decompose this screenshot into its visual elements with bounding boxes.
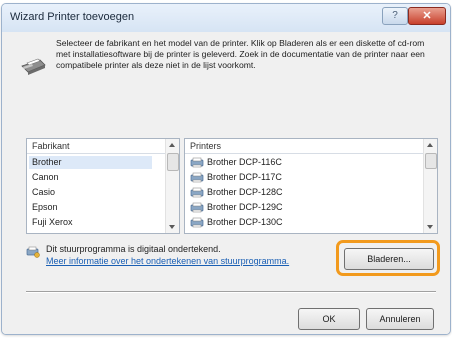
printer-item[interactable]: Brother DCP-117C bbox=[190, 171, 282, 184]
printer-item-label: Brother DCP-117C bbox=[207, 172, 282, 182]
driver-signing-info-link[interactable]: Meer informatie over het ondertekenen va… bbox=[46, 256, 289, 266]
title-bar: Wizard Printer toevoegen ? ✕ bbox=[2, 4, 450, 32]
printer-small-icon bbox=[190, 202, 204, 213]
printer-item-label: Brother DCP-128C bbox=[207, 187, 283, 197]
signed-driver-icon bbox=[26, 246, 40, 258]
printer-item-label: Brother DCP-129C bbox=[207, 202, 283, 212]
scroll-thumb[interactable] bbox=[167, 153, 179, 171]
add-printer-dialog: Wizard Printer toevoegen ? ✕ Selecteer d… bbox=[1, 3, 451, 335]
close-button[interactable]: ✕ bbox=[408, 7, 446, 25]
scroll-thumb[interactable] bbox=[425, 153, 437, 169]
signature-status-text: Dit stuurprogramma is digitaal onderteke… bbox=[46, 244, 221, 254]
printer-small-icon bbox=[190, 217, 204, 228]
manufacturer-scrollbar[interactable] bbox=[165, 139, 179, 233]
printer-small-icon bbox=[190, 187, 204, 198]
printer-item-label: Brother DCP-116C bbox=[207, 157, 282, 167]
printer-scrollbar[interactable] bbox=[423, 139, 437, 233]
scroll-down-arrow-icon[interactable] bbox=[427, 225, 433, 229]
printer-item[interactable]: Brother DCP-129C bbox=[190, 201, 283, 214]
instruction-text: Selecteer de fabrikant en het model van … bbox=[56, 38, 425, 70]
browse-button[interactable]: Bladeren... bbox=[344, 248, 434, 270]
printer-item[interactable]: Brother DCP-116C bbox=[190, 156, 282, 169]
scroll-up-arrow-icon[interactable] bbox=[169, 143, 175, 147]
manufacturer-item[interactable]: Casio bbox=[32, 186, 55, 199]
manufacturer-column-header: Fabrikant bbox=[27, 139, 165, 154]
help-button[interactable]: ? bbox=[382, 7, 408, 25]
printer-item-label: Brother DCP-130C bbox=[207, 217, 283, 227]
cancel-button[interactable]: Annuleren bbox=[366, 308, 434, 330]
printer-small-icon bbox=[190, 157, 204, 168]
printer-icon bbox=[21, 58, 46, 75]
printer-column-header: Printers bbox=[185, 139, 423, 154]
manufacturer-item[interactable]: Fuji Xerox bbox=[32, 216, 73, 229]
window-title: Wizard Printer toevoegen bbox=[10, 11, 135, 23]
printer-item[interactable]: Brother DCP-130C bbox=[190, 216, 283, 229]
manufacturer-item[interactable]: Brother bbox=[29, 156, 152, 169]
printer-item[interactable]: Brother DCP-128C bbox=[190, 186, 283, 199]
scroll-down-arrow-icon[interactable] bbox=[169, 225, 175, 229]
manufacturer-item[interactable]: Canon bbox=[32, 171, 59, 184]
printer-small-icon bbox=[190, 172, 204, 183]
manufacturer-list[interactable]: Fabrikant Brother Canon Casio Epson Fuji… bbox=[26, 138, 180, 234]
divider bbox=[26, 291, 436, 293]
dialog-body: Selecteer de fabrikant en het model van … bbox=[2, 32, 450, 334]
scroll-up-arrow-icon[interactable] bbox=[427, 143, 433, 147]
printer-list[interactable]: Printers Brother DCP-116C Brother DCP-11… bbox=[184, 138, 438, 234]
ok-button[interactable]: OK bbox=[298, 308, 360, 330]
manufacturer-item[interactable]: Epson bbox=[32, 201, 58, 214]
